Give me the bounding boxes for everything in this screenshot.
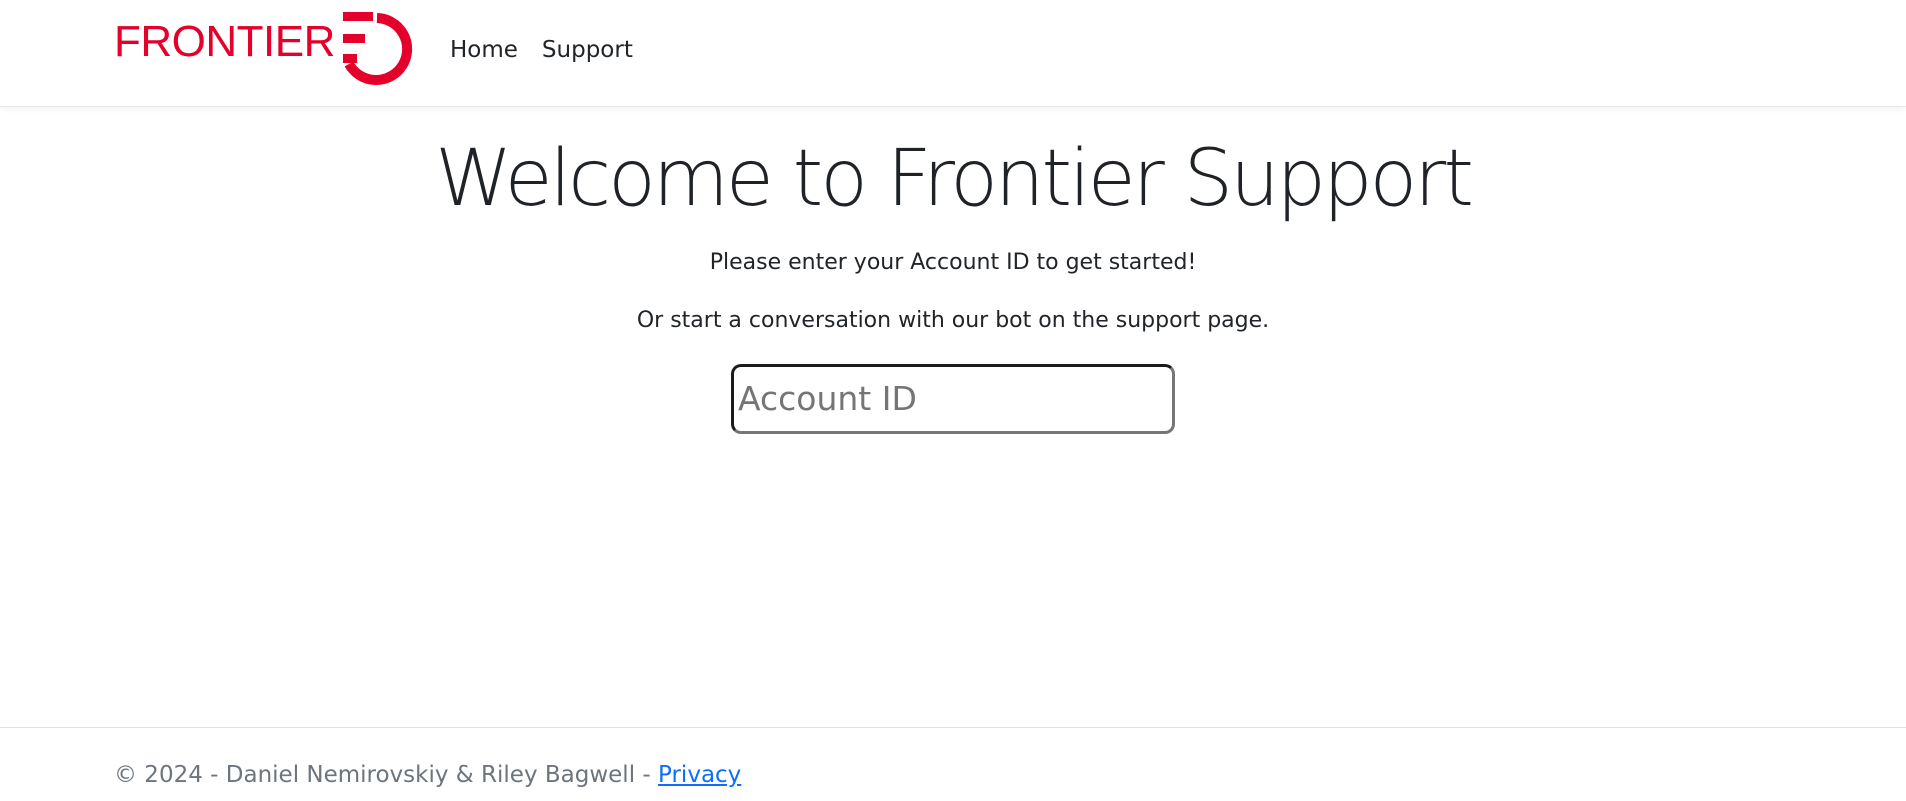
bot-hint-text: Or start a conversation with our bot on …	[636, 308, 1270, 334]
main-content: Welcome to Frontier Support Please enter…	[0, 107, 1906, 434]
footer-text: © 2024 - Daniel Nemirovskiy & Riley Bagw…	[114, 762, 741, 788]
site-header: FRONTIER Home Support	[0, 0, 1906, 107]
site-footer: © 2024 - Daniel Nemirovskiy & Riley Bagw…	[0, 727, 1906, 801]
nav-support-link[interactable]: Support	[542, 30, 633, 70]
nav-home-link[interactable]: Home	[450, 30, 518, 70]
main-nav: Home Support	[450, 30, 633, 70]
frontier-logo[interactable]: FRONTIER	[114, 12, 413, 86]
copyright-text: © 2024 - Daniel Nemirovskiy & Riley Bagw…	[114, 762, 659, 788]
account-id-input[interactable]	[731, 363, 1175, 434]
instruction-text: Please enter your Account ID to get star…	[709, 249, 1197, 275]
frontier-logo-mark-icon	[342, 12, 412, 85]
logo-wordmark: FRONTIER	[114, 17, 335, 66]
page-title: Welcome to Frontier Support	[435, 134, 1474, 224]
privacy-link[interactable]: Privacy	[658, 762, 741, 788]
